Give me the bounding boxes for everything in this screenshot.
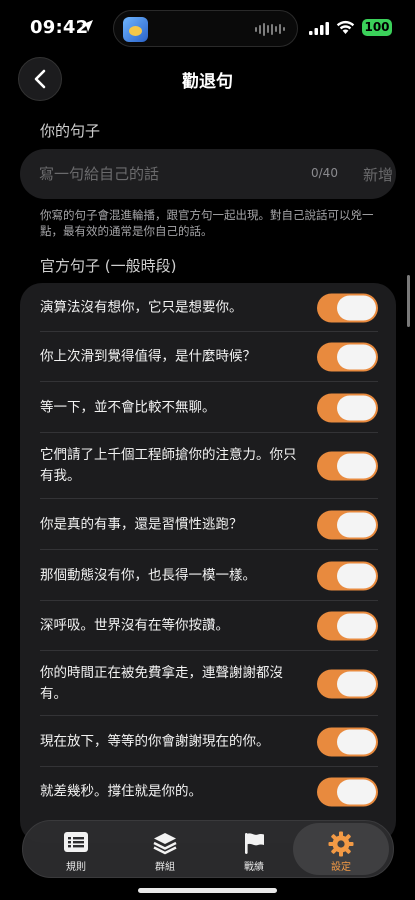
tab-label: 設定 bbox=[331, 862, 351, 873]
sentence-toggle[interactable] bbox=[317, 510, 378, 539]
sentence-toggle[interactable] bbox=[317, 727, 378, 756]
sentence-text: 你上次滑到覺得值得，是什麼時候？ bbox=[40, 348, 256, 365]
your-sentence-heading: 你的句子 bbox=[40, 122, 101, 140]
cellular-signal-icon bbox=[309, 22, 329, 35]
sentence-row: 深呼吸。世界沒有在等你按讚。 bbox=[20, 601, 396, 651]
status-bar: 09:42 100 bbox=[0, 0, 415, 56]
sentence-toggle[interactable] bbox=[317, 669, 378, 698]
page-title: 勸退句 bbox=[182, 72, 233, 92]
sentence-row: 現在放下，等等的你會謝謝現在的你。 bbox=[20, 716, 396, 767]
sentence-toggle[interactable] bbox=[317, 611, 378, 641]
sentence-input[interactable] bbox=[39, 149, 299, 199]
sentence-text: 等一下，並不會比較不無聊。 bbox=[40, 399, 216, 415]
sentence-row: 你上次滑到覺得值得，是什麼時候？ bbox=[20, 332, 396, 382]
sentence-row: 你是真的有事，還是習慣性逃跑？ bbox=[20, 499, 396, 550]
official-sentences-list: 演算法沒有想你，它只是想要你。 你上次滑到覺得值得，是什麼時候？ 等一下，並不會… bbox=[20, 283, 396, 843]
tab-record[interactable]: 戰績 bbox=[209, 821, 299, 879]
audio-wave-icon bbox=[255, 22, 285, 36]
char-count: 0/40 bbox=[311, 166, 338, 180]
flag-icon bbox=[245, 833, 264, 854]
official-sentences-heading: 官方句子 (一般時段) bbox=[40, 257, 177, 275]
sentence-toggle[interactable] bbox=[317, 393, 378, 422]
home-indicator[interactable] bbox=[138, 888, 277, 893]
sentence-help-text: 你寫的句子會混進輪播，跟官方句一起出現。對自己說話可以兇一點，最有效的通常是你自… bbox=[40, 208, 374, 238]
gear-icon bbox=[328, 831, 354, 857]
sentence-text: 你的時間正在被免費拿走，連聲謝謝都沒有。 bbox=[40, 664, 283, 702]
scrollbar[interactable] bbox=[407, 275, 410, 327]
sentence-row: 你的時間正在被免費拿走，連聲謝謝都沒有。 bbox=[20, 651, 396, 716]
tab-groups[interactable]: 群組 bbox=[120, 821, 210, 879]
sentence-toggle[interactable] bbox=[317, 342, 378, 372]
sentence-toggle[interactable] bbox=[317, 293, 378, 322]
sentence-text: 它們請了上千個工程師搶你的注意力。你只有我。 bbox=[40, 447, 297, 484]
list-icon bbox=[64, 832, 88, 852]
sentence-row: 演算法沒有想你，它只是想要你。 bbox=[20, 283, 396, 332]
tab-rules[interactable]: 規則 bbox=[31, 821, 121, 879]
sentence-toggle[interactable] bbox=[317, 561, 378, 590]
sentence-toggle[interactable] bbox=[317, 777, 378, 807]
sentence-text: 演算法沒有想你，它只是想要你。 bbox=[40, 299, 243, 315]
sentence-row: 那個動態沒有你，也長得一模一樣。 bbox=[20, 550, 396, 601]
wifi-icon bbox=[336, 20, 355, 34]
tab-label: 戰績 bbox=[244, 862, 264, 873]
sentence-text: 深呼吸。世界沒有在等你按讚。 bbox=[40, 617, 229, 634]
tab-label: 規則 bbox=[66, 862, 86, 873]
sentence-text: 那個動態沒有你，也長得一模一樣。 bbox=[40, 567, 256, 583]
sentence-row: 它們請了上千個工程師搶你的注意力。你只有我。 bbox=[20, 433, 396, 499]
sentence-toggle[interactable] bbox=[317, 451, 378, 481]
app-thumbnail-icon bbox=[123, 17, 148, 42]
tab-bar: 規則 群組 戰績 設定 bbox=[22, 820, 394, 878]
battery-indicator: 100 bbox=[362, 19, 392, 36]
sentence-text: 你是真的有事，還是習慣性逃跑？ bbox=[40, 516, 243, 532]
tab-label: 群組 bbox=[155, 862, 175, 873]
sentence-input-container: 0/40 新增 bbox=[20, 149, 396, 199]
dynamic-island[interactable] bbox=[113, 10, 298, 47]
location-arrow-icon bbox=[81, 20, 93, 32]
tab-settings[interactable]: 設定 bbox=[293, 823, 389, 875]
sentence-row: 等一下，並不會比較不無聊。 bbox=[20, 382, 396, 433]
sentence-text: 現在放下，等等的你會謝謝現在的你。 bbox=[40, 733, 270, 749]
sentence-row: 就差幾秒。撐住就是你的。 bbox=[20, 767, 396, 817]
layers-icon bbox=[153, 833, 177, 855]
add-sentence-button[interactable]: 新增 bbox=[363, 164, 393, 185]
sentence-text: 就差幾秒。撐住就是你的。 bbox=[40, 783, 202, 800]
